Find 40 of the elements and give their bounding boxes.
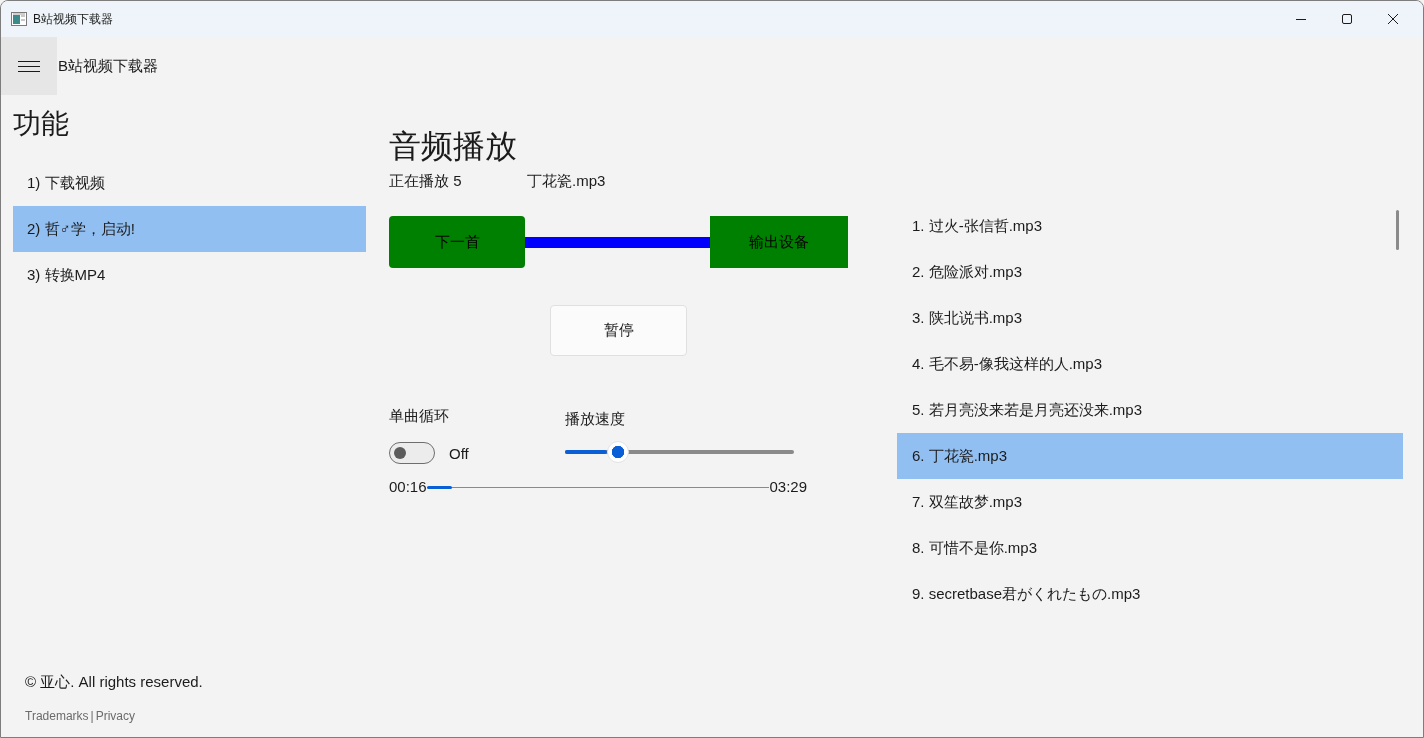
next-button[interactable]: 下一首 [389, 216, 525, 268]
loop-label: 单曲循环 [389, 406, 449, 426]
app-title: B站视频下载器 [58, 56, 158, 76]
minimize-icon [1296, 18, 1306, 20]
pause-button[interactable]: 暂停 [550, 305, 687, 356]
close-icon [1388, 14, 1398, 24]
footer-link[interactable]: Privacy [95, 708, 136, 724]
nav-item[interactable]: 1) 下载视频 [13, 160, 366, 206]
playlist-item[interactable]: 6. 丁花瓷.mp3 [897, 433, 1403, 479]
playlist-item[interactable]: 5. 若月亮没来若是月亮还没来.mp3 [897, 387, 1403, 433]
app-icon [11, 12, 27, 26]
progress-track[interactable] [426, 485, 770, 489]
nav-item[interactable]: 3) 转换MP4 [13, 252, 366, 298]
sidebar-heading: 功能 [13, 107, 69, 141]
link-separator: | [90, 708, 94, 724]
menu-icon [18, 60, 40, 72]
scrollbar-thumb[interactable] [1396, 210, 1399, 250]
page-heading: 音频播放 [389, 127, 517, 166]
slider-thumb[interactable] [606, 441, 629, 463]
toggle-switch[interactable] [389, 442, 435, 464]
total-time: 03:29 [769, 477, 807, 497]
now-playing-file: 丁花瓷.mp3 [527, 171, 606, 191]
elapsed-time: 00:16 [389, 477, 427, 497]
footer-link[interactable]: Trademarks [25, 708, 89, 724]
playlist-item[interactable]: 9. secretbase君がくれたもの.mp3 [897, 571, 1403, 617]
menu-button[interactable] [1, 37, 57, 95]
speed-label: 播放速度 [565, 409, 625, 429]
copyright-text: © 亚心. All rights reserved. [25, 672, 203, 692]
playlist-item[interactable]: 1. 过火-张信哲.mp3 [897, 203, 1403, 249]
maximize-icon [1342, 14, 1352, 24]
playlist-item[interactable]: 8. 可惜不是你.mp3 [897, 525, 1403, 571]
playlist-item[interactable]: 4. 毛不易-像我这样的人.mp3 [897, 341, 1403, 387]
window-title: B站视频下载器 [33, 10, 113, 28]
toggle-state-text: Off [449, 444, 469, 462]
now-playing-label: 正在播放 5 [389, 171, 463, 191]
playlist-item[interactable]: 2. 危险派对.mp3 [897, 249, 1403, 295]
playlist-item[interactable]: 7. 双笙故梦.mp3 [897, 479, 1403, 525]
playlist-item[interactable]: 3. 陕北说书.mp3 [897, 295, 1403, 341]
nav-item[interactable]: 2) 哲♂学，启动! [13, 206, 366, 252]
output-device-button[interactable]: 输出设备 [710, 216, 848, 268]
